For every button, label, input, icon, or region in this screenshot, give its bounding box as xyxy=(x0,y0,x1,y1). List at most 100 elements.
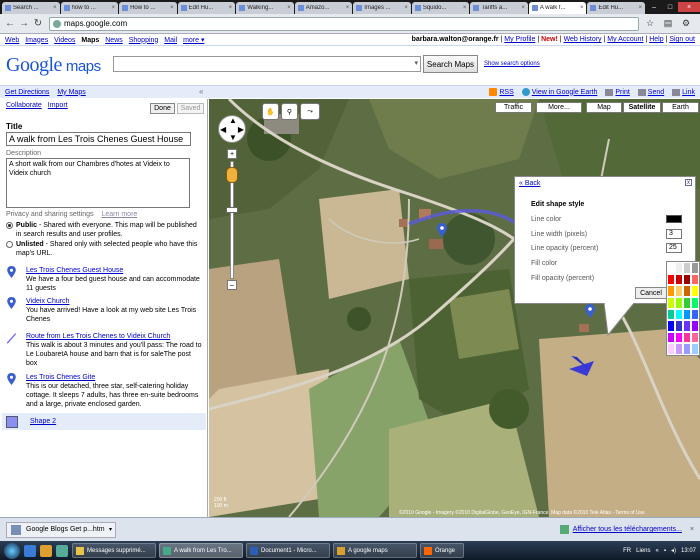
window-close-icon[interactable]: × xyxy=(678,2,700,12)
tab-close-icon[interactable]: × xyxy=(346,5,350,11)
tab-close-icon[interactable]: × xyxy=(170,5,174,11)
browser-tab[interactable]: Walking... × xyxy=(236,2,294,14)
zoom-slider-handle[interactable] xyxy=(226,207,238,213)
placemark-tool-icon[interactable]: ⚲ xyxy=(281,103,298,120)
show-all-downloads-link[interactable]: Afficher tous les téléchargements... xyxy=(573,526,682,533)
back-link[interactable]: « Back xyxy=(519,180,540,187)
tab-close-icon[interactable]: × xyxy=(229,5,233,11)
hand-select-icon[interactable]: ✋ xyxy=(262,103,279,120)
feature-title[interactable]: Shape 2 xyxy=(30,418,56,425)
map-type-satellite[interactable]: Satellite xyxy=(623,102,661,113)
wrench-icon[interactable]: ⚙ xyxy=(679,17,693,31)
search-input[interactable]: ▾ xyxy=(113,56,421,72)
forward-icon[interactable]: → xyxy=(17,17,31,31)
chevron-down-icon[interactable]: ▾ xyxy=(109,526,112,533)
pan-left-icon[interactable]: ◀ xyxy=(220,125,226,134)
back-icon[interactable]: ← xyxy=(3,17,17,31)
links-toolbar[interactable]: Liens xyxy=(636,548,650,554)
close-downloads-icon[interactable]: × xyxy=(690,526,694,533)
print-link[interactable]: Print xyxy=(605,88,630,96)
pan-control[interactable]: ▲ ▼ ◀ ▶ xyxy=(218,115,246,143)
volume-icon[interactable]: ◂) xyxy=(671,547,676,554)
gbar-link-mail[interactable]: Mail xyxy=(164,37,177,44)
my-account-link[interactable]: My Account xyxy=(607,36,643,43)
send-link[interactable]: Send xyxy=(637,88,664,96)
quicklaunch-ie-icon[interactable] xyxy=(24,544,36,557)
google-maps-logo[interactable]: Google maps xyxy=(6,54,101,77)
feature-title[interactable]: Les Trois Chenes Gite xyxy=(26,373,204,382)
tab-close-icon[interactable]: × xyxy=(521,5,525,11)
taskbar-item[interactable]: A google maps xyxy=(333,543,417,558)
taskbar-item[interactable]: Orange xyxy=(420,543,464,558)
browser-tab[interactable]: How to ... × xyxy=(119,2,177,14)
web-history-link[interactable]: Web History xyxy=(564,36,602,43)
title-field[interactable]: A walk from Les Trois Chenes Guest House xyxy=(6,132,191,146)
quicklaunch-folder-icon[interactable] xyxy=(40,544,52,557)
tab-close-icon[interactable]: × xyxy=(53,5,57,11)
pegman-icon[interactable] xyxy=(226,167,238,183)
search-options-link[interactable]: Show search options xyxy=(484,61,540,67)
feature-item[interactable]: Videix Church You have arrived! Have a l… xyxy=(6,297,204,324)
cancel-button[interactable]: Cancel xyxy=(635,287,667,299)
feature-item[interactable]: Les Trois Chenes Gite This is our detach… xyxy=(6,373,204,409)
pan-right-icon[interactable]: ▶ xyxy=(238,125,244,134)
line-color-swatch[interactable] xyxy=(666,215,682,223)
radio-public[interactable] xyxy=(6,222,13,229)
satellite-map[interactable]: ✋ ⚲ ⤳ Traffic More... Map Satellite Eart… xyxy=(209,99,700,517)
my-maps-link[interactable]: My Maps xyxy=(57,89,85,96)
collapse-panel-icon[interactable]: « xyxy=(199,87,203,96)
network-icon[interactable]: ▪ xyxy=(664,548,666,554)
minimize-icon[interactable]: – xyxy=(646,2,662,12)
feature-title[interactable]: Videix Church xyxy=(26,297,204,306)
map-marker-icon[interactable] xyxy=(585,304,595,318)
gbar-link-videos[interactable]: Videos xyxy=(54,37,75,44)
gbar-link-news[interactable]: News xyxy=(105,37,123,44)
color-palette[interactable] xyxy=(666,261,700,356)
browser-tab[interactable]: Edit Hu... × xyxy=(177,2,236,14)
line-opacity-field[interactable]: 25 xyxy=(666,243,682,253)
tab-close-icon[interactable]: × xyxy=(112,5,116,11)
star-icon[interactable]: ☆ xyxy=(643,17,657,31)
gbar-link-web[interactable]: Web xyxy=(5,37,19,44)
feature-title[interactable]: Route from Les Trois Chenes to Videix Ch… xyxy=(26,332,204,341)
traffic-button[interactable]: Traffic xyxy=(495,102,532,113)
browser-tab[interactable]: Edit Hu... × xyxy=(587,2,646,14)
learn-more-link[interactable]: Learn more xyxy=(102,211,138,218)
download-item[interactable]: Google Blogs Get p...htm ▾ xyxy=(6,521,116,538)
map-type-map[interactable]: Map xyxy=(586,102,622,113)
close-icon[interactable]: x xyxy=(685,179,692,186)
more-button[interactable]: More... xyxy=(536,102,582,113)
feature-title[interactable]: Les Trois Chenes Guest House xyxy=(26,266,204,275)
tab-close-icon[interactable]: × xyxy=(404,5,408,11)
feature-item-shape[interactable]: Shape 2 xyxy=(2,413,206,430)
chevron-down-icon[interactable]: ▾ xyxy=(414,59,418,67)
url-input[interactable]: maps.google.com xyxy=(49,16,639,31)
done-button[interactable]: Done xyxy=(150,103,175,114)
my-profile-link[interactable]: My Profile xyxy=(504,36,535,43)
privacy-public-option[interactable]: Public - Shared with everyone. This map … xyxy=(6,221,200,239)
import-link[interactable]: Import xyxy=(48,102,68,109)
reload-icon[interactable]: ↻ xyxy=(31,17,45,31)
google-earth-link[interactable]: View in Google Earth xyxy=(521,88,597,96)
browser-tab-active[interactable]: A walk f... × xyxy=(528,2,587,14)
line-tool-icon[interactable]: ⤳ xyxy=(300,103,320,120)
map-marker-icon[interactable] xyxy=(437,223,447,237)
sign-out-link[interactable]: Sign out xyxy=(669,36,695,43)
start-button[interactable] xyxy=(4,542,20,559)
taskbar-item[interactable]: A walk from Les Tro... xyxy=(159,543,243,558)
tab-close-icon[interactable]: × xyxy=(463,5,467,11)
maximize-icon[interactable]: □ xyxy=(662,2,678,12)
gbar-link-shopping[interactable]: Shopping xyxy=(129,37,159,44)
tray-arrow-icon[interactable]: « xyxy=(655,548,658,554)
gbar-link-more[interactable]: more ▾ xyxy=(183,37,204,44)
browser-tab[interactable]: Squido... × xyxy=(411,2,470,14)
quicklaunch-media-icon[interactable] xyxy=(56,544,68,557)
rss-link[interactable]: RSS xyxy=(489,88,514,96)
pan-down-icon[interactable]: ▼ xyxy=(229,133,237,142)
zoom-in-icon[interactable]: + xyxy=(227,149,237,159)
feature-item[interactable]: Les Trois Chenes Guest House We have a f… xyxy=(6,266,204,293)
taskbar-item[interactable]: Messages supprimé... xyxy=(72,543,156,558)
browser-tab[interactable]: Tariffs a... × xyxy=(470,2,528,14)
page-menu-icon[interactable]: ▤ xyxy=(661,17,675,31)
help-link[interactable]: Help xyxy=(649,36,663,43)
